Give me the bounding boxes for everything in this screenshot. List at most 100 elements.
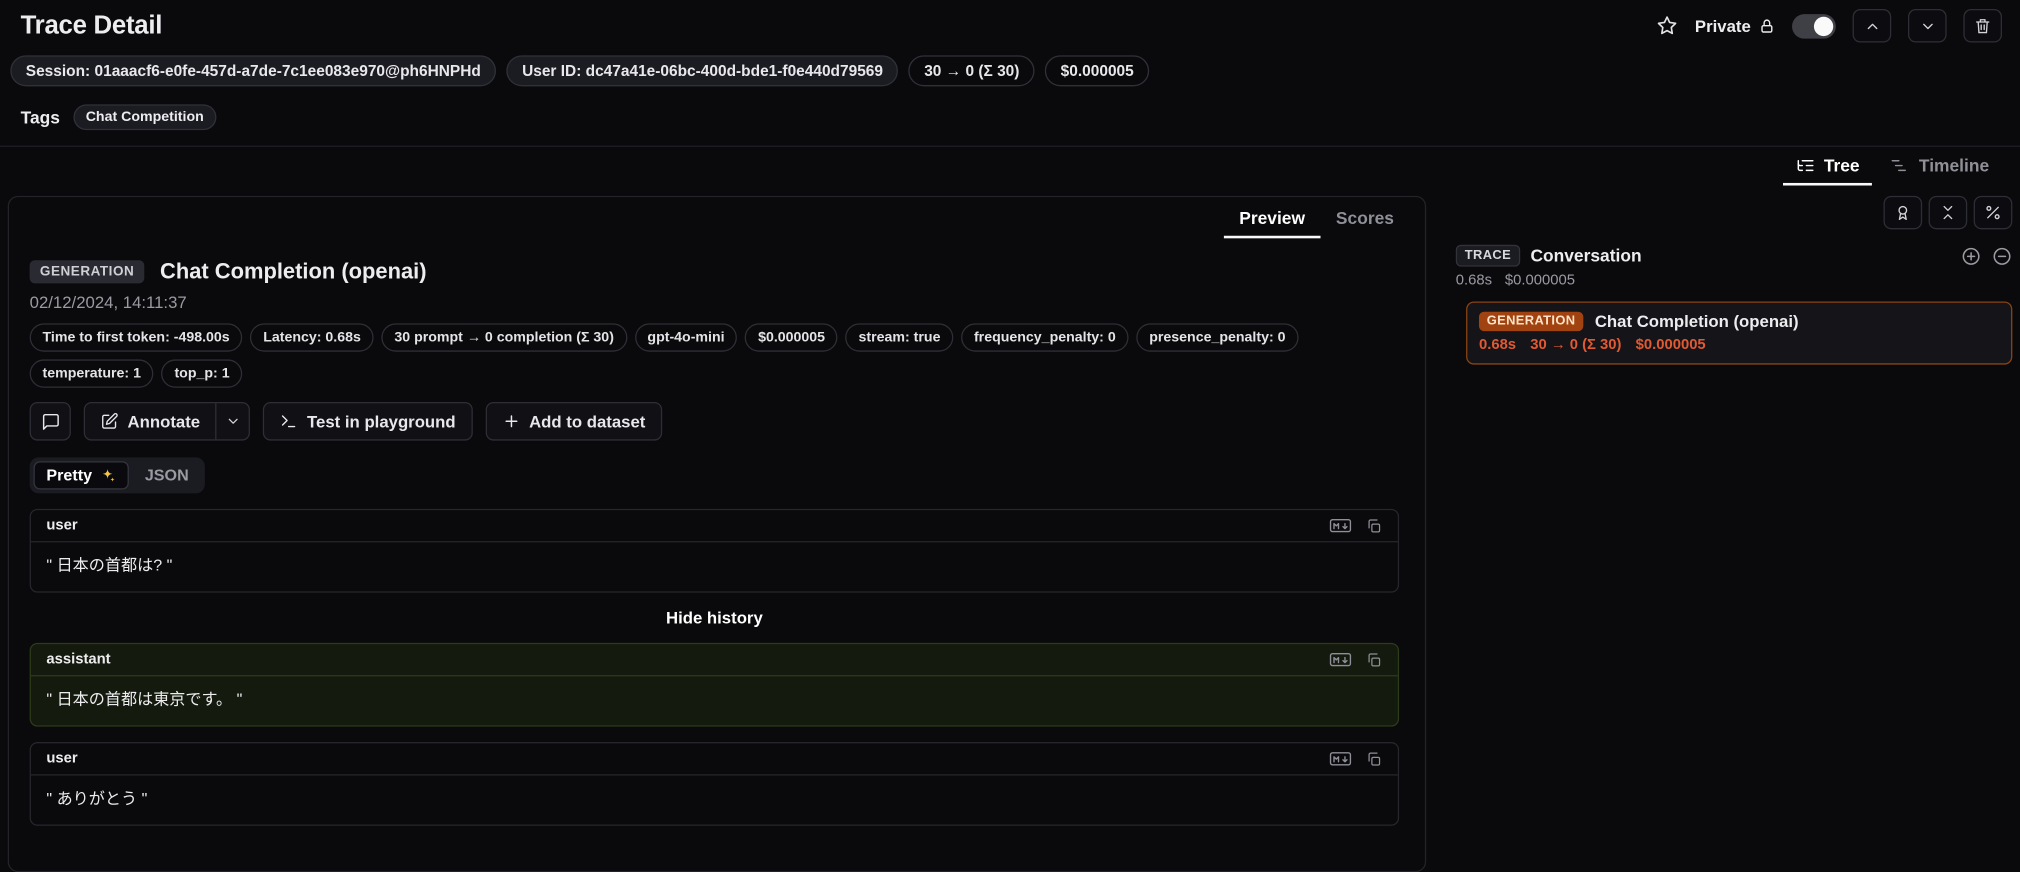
message-content: " ありがとう " [46, 789, 148, 808]
chevron-down-icon [1922, 22, 1933, 29]
message-header: user [30, 743, 1398, 776]
chevron-down-icon [228, 418, 238, 424]
show-metrics-button[interactable] [1973, 195, 2013, 230]
show-scores-button[interactable] [1883, 195, 1923, 230]
tree-icon [1797, 159, 1814, 172]
trace-title: Conversation [1530, 246, 1642, 266]
pill-top-p: top_p: 1 [161, 359, 243, 388]
meta-badges-row: Session: 01aaacf6-e0fe-457d-a7de-7c1ee08… [0, 49, 2020, 94]
tab-scores[interactable]: Scores [1320, 204, 1409, 239]
message-content: " 日本の首都は東京です。 " [46, 690, 243, 709]
next-trace-button[interactable] [1907, 9, 1947, 43]
lock-icon [1761, 18, 1773, 33]
toggle-knob [1813, 16, 1834, 36]
annotate-split-button: Annotate [83, 401, 251, 441]
messages-list: user " 日本の首都は? " Hide history assistant … [29, 508, 1400, 826]
share-toggle[interactable] [1792, 13, 1836, 39]
header: Trace Detail Private [0, 0, 2020, 49]
message-actions [1329, 651, 1383, 669]
pretty-label: Pretty [46, 466, 93, 485]
copy-button[interactable] [1366, 517, 1383, 534]
markdown-icon [1329, 652, 1352, 667]
annotate-button[interactable]: Annotate [85, 403, 216, 439]
total-cost-badge: $0.000005 [1045, 55, 1150, 87]
format-toggle: Pretty JSON [29, 457, 206, 494]
message-role: user [46, 751, 78, 767]
json-toggle[interactable]: JSON [132, 461, 202, 489]
trace-type-badge: TRACE [1455, 244, 1521, 267]
tag-chat-competition[interactable]: Chat Competition [72, 104, 217, 131]
detail-tabs: Preview Scores [1223, 204, 1410, 239]
tags-label: Tags [20, 107, 60, 127]
observation-type-badge: GENERATION [29, 260, 145, 284]
trace-latency: 0.68s [1455, 273, 1493, 289]
bookmark-star-button[interactable] [1655, 14, 1678, 37]
trace-ops [1961, 245, 2013, 266]
tab-timeline[interactable]: Timeline [1878, 152, 2002, 185]
header-actions: Private [1655, 9, 2003, 43]
timeline-icon [1892, 159, 1907, 172]
tab-tree[interactable]: Tree [1782, 152, 1873, 186]
chevron-up-icon [1867, 22, 1877, 29]
observation-timestamp: 02/12/2024, 14:11:37 [29, 292, 187, 312]
generation-node-header: GENERATION Chat Completion (openai) [1478, 311, 1999, 332]
user-id-badge[interactable]: User ID: dc47a41e-06bc-400d-bde1-f0e440d… [506, 55, 899, 87]
observation-title: Chat Completion (openai) [160, 258, 427, 284]
copy-icon [1368, 518, 1381, 532]
markdown-toggle-button[interactable] [1329, 651, 1352, 669]
observation-detail-card: Preview Scores GENERATION Chat Completio… [7, 195, 1427, 872]
markdown-icon [1329, 752, 1352, 766]
tab-preview[interactable]: Preview [1223, 204, 1321, 239]
previous-trace-button[interactable] [1852, 9, 1892, 43]
annotate-pen-icon [102, 413, 118, 429]
annotate-dropdown-button[interactable] [215, 403, 249, 440]
markdown-toggle-button[interactable] [1329, 750, 1352, 768]
metric-pills: Time to first token: -498.00s Latency: 0… [29, 323, 1398, 388]
pill-temperature: temperature: 1 [29, 359, 154, 388]
comments-button[interactable] [29, 401, 71, 441]
annotate-label: Annotate [127, 411, 201, 431]
session-badge[interactable]: Session: 01aaacf6-e0fe-457d-a7de-7c1ee08… [10, 55, 497, 87]
pill-presence-penalty: presence_penalty: 0 [1136, 323, 1299, 352]
pill-frequency-penalty: frequency_penalty: 0 [961, 323, 1129, 352]
markdown-icon [1329, 518, 1352, 533]
pill-model[interactable]: gpt-4o-mini [634, 323, 738, 352]
expand-all-button[interactable] [1961, 245, 1982, 266]
copy-button[interactable] [1366, 750, 1383, 767]
sparkles-icon [103, 468, 116, 481]
message-assistant: assistant " 日本の首都は東京です。 " [29, 642, 1400, 727]
tree-row-trace[interactable]: TRACE Conversation [1455, 244, 2013, 267]
generation-type-badge: GENERATION [1478, 311, 1584, 332]
collapse-all-button[interactable] [1928, 195, 1968, 230]
tree-row-generation[interactable]: GENERATION Chat Completion (openai) 0.68… [1466, 301, 2013, 365]
message-header: user [30, 510, 1398, 543]
delete-trace-button[interactable] [1963, 9, 2003, 43]
markdown-toggle-button[interactable] [1329, 517, 1352, 535]
pretty-toggle[interactable]: Pretty [33, 461, 130, 490]
privacy-status: Private [1695, 16, 1775, 35]
chevrons-collapse-icon [1943, 205, 1953, 220]
page-title: Trace Detail [20, 10, 163, 40]
pill-time-to-first-token: Time to first token: -498.00s [29, 323, 243, 352]
copy-icon [1368, 751, 1381, 766]
generation-latency: 0.68s [1478, 337, 1517, 353]
tree-toolbar [1456, 195, 2013, 230]
playground-label: Test in playground [307, 411, 456, 431]
message-actions [1329, 517, 1383, 535]
generation-tokens: 30 → 0 (Σ 30) [1530, 337, 1622, 353]
collapse-node-button[interactable] [1992, 245, 2013, 266]
award-icon [1898, 205, 1908, 221]
copy-button[interactable] [1366, 651, 1383, 668]
terminal-icon [282, 415, 296, 428]
message-role: user [46, 517, 78, 534]
hide-history-button[interactable]: Hide history [666, 608, 763, 627]
tab-tree-label: Tree [1823, 155, 1860, 176]
message-actions [1329, 750, 1383, 768]
generation-node-metrics: 0.68s 30 → 0 (Σ 30) $0.000005 [1479, 338, 1999, 353]
test-in-playground-button[interactable]: Test in playground [263, 401, 473, 441]
pill-cost: $0.000005 [745, 323, 838, 352]
add-to-dataset-button[interactable]: Add to dataset [485, 401, 663, 441]
tags-row: Tags Chat Competition [0, 94, 2020, 147]
comment-icon [42, 413, 59, 430]
pill-stream: stream: true [845, 323, 954, 352]
